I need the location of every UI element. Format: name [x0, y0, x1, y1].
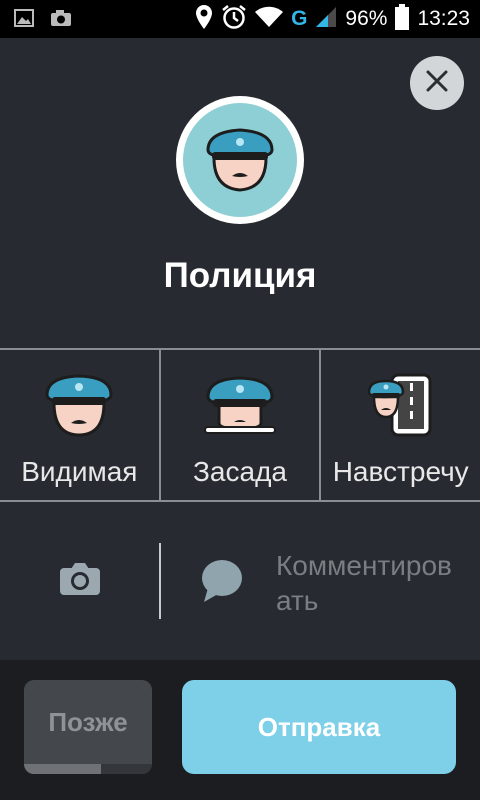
- later-button[interactable]: Позже: [24, 680, 152, 774]
- close-icon: [425, 69, 449, 98]
- add-photo-button[interactable]: [0, 503, 160, 660]
- option-visible[interactable]: Видимая: [0, 350, 159, 500]
- battery-icon: [395, 3, 410, 35]
- wifi-icon: [255, 6, 284, 33]
- network-type: G: [291, 7, 308, 30]
- camera-icon: [58, 561, 102, 602]
- battery-percent: 96%: [345, 7, 388, 30]
- location-icon: [195, 4, 213, 35]
- later-timer-fill: [24, 764, 101, 774]
- status-bar: G 96% 13:23: [0, 0, 480, 38]
- option-hidden[interactable]: Засада: [158, 350, 320, 500]
- police-other-side-icon: [367, 373, 434, 442]
- later-timer-track: [24, 764, 152, 774]
- camera-icon: [50, 9, 72, 32]
- image-icon: [14, 9, 34, 32]
- send-button[interactable]: Отправка: [182, 680, 456, 774]
- signal-icon: [315, 6, 337, 33]
- police-type-options: Видимая Засада Навстречу: [0, 348, 480, 502]
- option-label: Засада: [193, 456, 287, 487]
- police-avatar: [176, 96, 304, 224]
- close-button[interactable]: [410, 56, 464, 110]
- later-label: Позже: [48, 706, 128, 737]
- option-label: Видимая: [21, 456, 138, 487]
- bottom-bar: Позже Отправка: [0, 660, 480, 800]
- speech-bubble-icon: [198, 558, 244, 609]
- option-other-side[interactable]: Навстречу: [319, 350, 480, 500]
- alarm-icon: [221, 4, 247, 35]
- option-label: Навстречу: [332, 456, 469, 487]
- comment-label: Комментировать: [276, 550, 452, 616]
- police-hidden-icon: [203, 375, 277, 440]
- police-visible-icon: [44, 373, 114, 442]
- comment-button[interactable]: Комментировать: [160, 503, 480, 660]
- police-officer-icon: [202, 120, 278, 201]
- report-panel: Полиция Видимая Засада Навстречу Коммент…: [0, 38, 480, 660]
- clock: 13:23: [417, 7, 470, 30]
- attachment-actions: Комментировать: [0, 503, 480, 660]
- page-title: Полиция: [163, 256, 317, 295]
